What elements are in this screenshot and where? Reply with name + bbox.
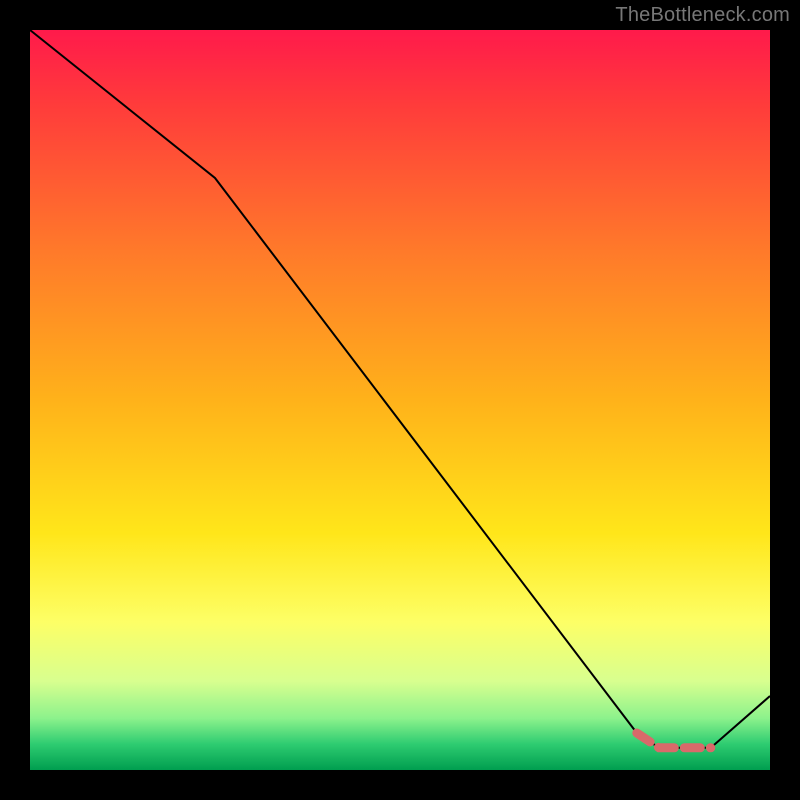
plot-background (30, 30, 770, 770)
bottleneck-chart (0, 0, 800, 800)
chart-frame: TheBottleneck.com (0, 0, 800, 800)
